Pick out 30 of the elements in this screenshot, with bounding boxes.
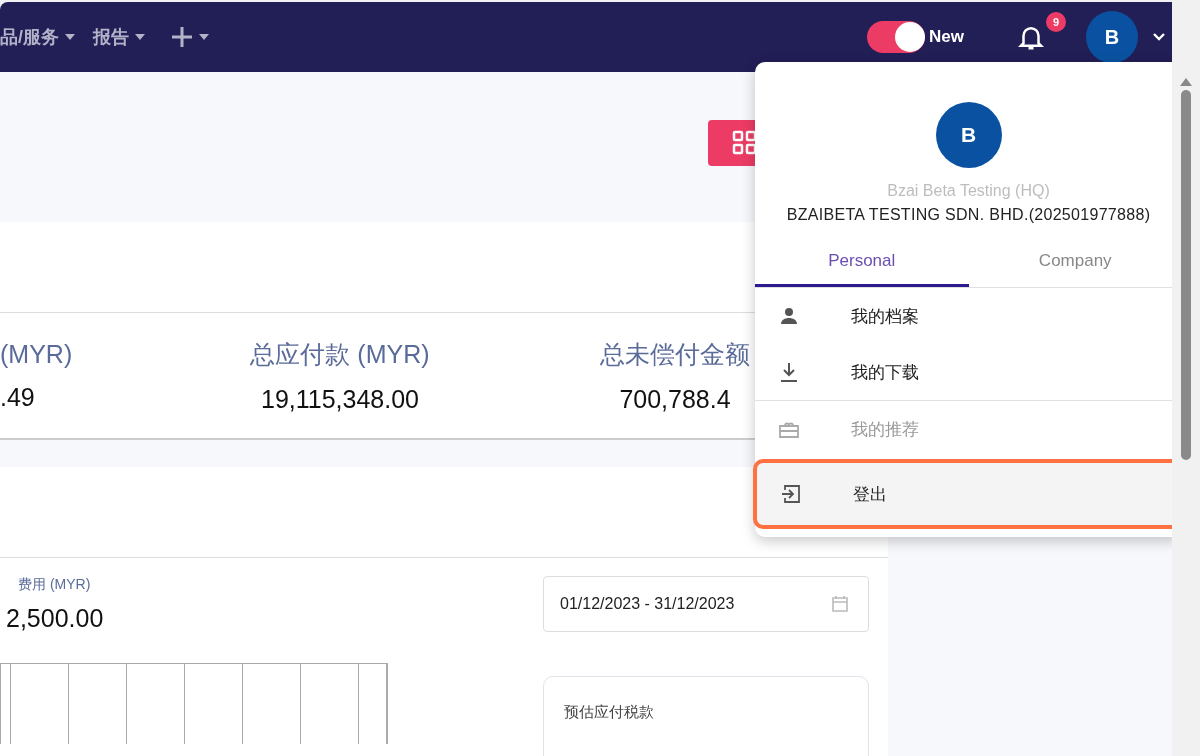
scrollbar-thumb[interactable] — [1181, 90, 1191, 460]
menu-item[interactable]: 登出 — [753, 459, 1172, 529]
summary-label: 总应付款 (MYR) — [250, 338, 430, 370]
caret-icon — [135, 34, 145, 40]
plus-icon — [171, 26, 193, 48]
nav-menu[interactable]: 报告 — [93, 25, 155, 49]
expense-value: 2,500.00 — [6, 604, 105, 633]
caret-icon — [199, 34, 209, 40]
summary-label: (MYR) — [0, 339, 73, 369]
user-avatar[interactable]: B — [1086, 11, 1138, 63]
summary-label: 总未偿付金额 — [600, 338, 750, 370]
toggle-label: New — [929, 27, 964, 47]
chevron-down-icon[interactable] — [1152, 32, 1166, 42]
summary-value: 19,115,348.00 — [261, 384, 419, 414]
summary-value: .49 — [0, 382, 35, 412]
summary-value: 700,788.4 — [619, 384, 731, 414]
caret-icon — [65, 34, 75, 40]
nav-menu[interactable]: 品/服务 — [0, 25, 85, 49]
profile-tab[interactable]: Company — [968, 238, 1172, 287]
scroll-up-icon[interactable] — [1180, 78, 1192, 86]
profile-avatar: B — [935, 102, 1002, 168]
new-toggle[interactable] — [867, 21, 926, 53]
date-range-field[interactable]: 01/12/2023 - 31/12/2023 — [543, 576, 869, 632]
expense-label: 费用 (MYR) — [18, 576, 92, 594]
company-name: Bzai Beta Testing (HQ) — [887, 182, 1050, 200]
notification-count: 9 — [1046, 12, 1066, 32]
entity-name: BZAIBETA TESTING SDN. BHD.(202501977888) — [786, 206, 1151, 224]
tax-card-title: 预估应付税款 — [564, 703, 654, 720]
logout-icon — [779, 482, 803, 506]
calendar-icon — [830, 594, 850, 614]
